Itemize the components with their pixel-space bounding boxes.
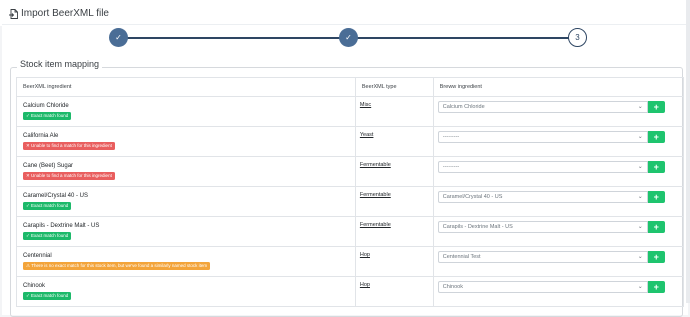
ingredient-cell: California Ale ✕ Unable to find a match … xyxy=(16,126,356,157)
type-cell: Misc xyxy=(354,96,434,127)
table-row: Chinook ✓ Exact match found Hop Chinook … xyxy=(16,276,685,307)
type-link[interactable]: Hop xyxy=(360,252,370,258)
table-row: Calcium Chloride ✓ Exact match found Mis… xyxy=(16,96,685,127)
table-row: California Ale ✕ Unable to find a match … xyxy=(16,126,685,157)
brew-ingredient-select[interactable]: Chinook ⌄ xyxy=(437,281,648,293)
column-header-ingredient: BeerXML ingredient xyxy=(16,77,356,97)
ingredient-cell: Centennial ⚠ There is no exact match for… xyxy=(16,246,356,277)
brew-ingredient-select[interactable]: Carapils - Dextrine Malt - US ⌄ xyxy=(437,221,648,233)
select-value: --------- xyxy=(442,164,460,170)
column-header-type: BeerXML type xyxy=(354,77,434,97)
ingredient-name: Calcium Chloride xyxy=(23,103,69,109)
match-status-badge: ✓ Exact match found xyxy=(23,202,72,210)
type-link[interactable]: Fermentable xyxy=(360,162,391,168)
brew-cell: Calcium Chloride ⌄ + xyxy=(432,96,685,127)
type-link[interactable]: Hop xyxy=(360,282,370,288)
brew-select-group: Carapils - Dextrine Malt - US ⌄ + xyxy=(437,221,683,233)
add-ingredient-button[interactable]: + xyxy=(647,251,665,263)
add-ingredient-button[interactable]: + xyxy=(647,221,665,233)
step-2[interactable]: ✓ xyxy=(339,28,358,47)
brew-cell: Caramel/Crystal 40 - US ⌄ + xyxy=(432,186,685,217)
step-connector xyxy=(357,37,569,39)
type-cell: Fermentable xyxy=(354,186,434,217)
brew-cell: Carapils - Dextrine Malt - US ⌄ + xyxy=(432,216,685,247)
table-row: Cane (Beet) Sugar ✕ Unable to find a mat… xyxy=(16,156,685,187)
type-cell: Fermentable xyxy=(354,156,434,187)
brew-ingredient-select[interactable]: --------- ⌄ xyxy=(437,161,648,173)
ingredient-cell: Carapils - Dextrine Malt - US ✓ Exact ma… xyxy=(16,216,356,247)
chevron-down-icon: ⌄ xyxy=(637,164,643,170)
type-cell: Yeast xyxy=(354,126,434,157)
type-cell: Hop xyxy=(354,246,434,277)
ingredient-cell: Cane (Beet) Sugar ✕ Unable to find a mat… xyxy=(16,156,356,187)
type-link[interactable]: Misc xyxy=(360,102,371,108)
ingredient-name: Carapils - Dextrine Malt - US xyxy=(23,223,100,229)
table-row: Centennial ⚠ There is no exact match for… xyxy=(16,246,685,277)
table-row: Carapils - Dextrine Malt - US ✓ Exact ma… xyxy=(16,216,685,247)
match-status-badge: ✕ Unable to find a match for this ingred… xyxy=(23,142,115,150)
brew-select-group: Chinook ⌄ + xyxy=(437,281,683,293)
stepper: ✓ ✓ 3 xyxy=(0,0,690,60)
mapping-table: BeerXML ingredient BeerXML type Breww in… xyxy=(16,77,685,307)
type-link[interactable]: Fermentable xyxy=(360,222,391,228)
column-header-brew: Breww ingredient xyxy=(432,77,685,97)
add-ingredient-button[interactable]: + xyxy=(647,131,665,143)
ingredient-name: Chinook xyxy=(23,283,46,289)
chevron-down-icon: ⌄ xyxy=(637,284,643,290)
chevron-down-icon: ⌄ xyxy=(637,224,643,230)
brew-cell: Chinook ⌄ + xyxy=(432,276,685,307)
brew-ingredient-select[interactable]: Calcium Chloride ⌄ xyxy=(437,101,648,113)
brew-cell: --------- ⌄ + xyxy=(432,156,685,187)
select-value: Carapils - Dextrine Malt - US xyxy=(442,224,513,230)
brew-select-group: --------- ⌄ + xyxy=(437,161,683,173)
page-scrollbar[interactable] xyxy=(686,0,690,303)
select-value: --------- xyxy=(442,134,460,140)
add-ingredient-button[interactable]: + xyxy=(647,191,665,203)
ingredient-name: Cane (Beet) Sugar xyxy=(23,163,74,169)
fieldset-legend: Stock item mapping xyxy=(17,59,103,69)
brew-cell: Centennial Test ⌄ + xyxy=(432,246,685,277)
chevron-down-icon: ⌄ xyxy=(637,254,643,260)
brew-cell: --------- ⌄ + xyxy=(432,126,685,157)
ingredient-cell: Chinook ✓ Exact match found xyxy=(16,276,356,307)
step-1[interactable]: ✓ xyxy=(109,28,128,47)
type-cell: Fermentable xyxy=(354,216,434,247)
chevron-down-icon: ⌄ xyxy=(637,134,643,140)
ingredient-cell: Caramel/Crystal 40 - US ✓ Exact match fo… xyxy=(16,186,356,217)
brew-ingredient-select[interactable]: Centennial Test ⌄ xyxy=(437,251,648,263)
type-cell: Hop xyxy=(354,276,434,307)
type-link[interactable]: Yeast xyxy=(360,132,374,138)
ingredient-cell: Calcium Chloride ✓ Exact match found xyxy=(16,96,356,127)
brew-select-group: Caramel/Crystal 40 - US ⌄ + xyxy=(437,191,683,203)
match-status-badge: ✕ Unable to find a match for this ingred… xyxy=(23,172,115,180)
ingredient-name: California Ale xyxy=(23,133,59,139)
table-header-row: BeerXML ingredient BeerXML type Breww in… xyxy=(16,77,685,97)
match-status-badge: ✓ Exact match found xyxy=(23,292,72,300)
type-link[interactable]: Fermentable xyxy=(360,192,391,198)
ingredient-name: Caramel/Crystal 40 - US xyxy=(23,193,89,199)
brew-ingredient-select[interactable]: --------- ⌄ xyxy=(437,131,648,143)
table-row: Caramel/Crystal 40 - US ✓ Exact match fo… xyxy=(16,186,685,217)
add-ingredient-button[interactable]: + xyxy=(647,281,665,293)
match-status-badge: ✓ Exact match found xyxy=(23,232,72,240)
brew-select-group: Centennial Test ⌄ + xyxy=(437,251,683,263)
add-ingredient-button[interactable]: + xyxy=(647,161,665,173)
brew-ingredient-select[interactable]: Caramel/Crystal 40 - US ⌄ xyxy=(437,191,648,203)
step-3[interactable]: 3 xyxy=(568,28,587,47)
ingredient-name: Centennial xyxy=(23,253,52,259)
brew-select-group: --------- ⌄ + xyxy=(437,131,683,143)
match-status-badge: ✓ Exact match found xyxy=(23,112,72,120)
match-status-badge: ⚠ There is no exact match for this stock… xyxy=(23,262,211,270)
chevron-down-icon: ⌄ xyxy=(637,104,643,110)
step-connector xyxy=(127,37,347,39)
brew-select-group: Calcium Chloride ⌄ + xyxy=(437,101,683,113)
add-ingredient-button[interactable]: + xyxy=(647,101,665,113)
select-value: Caramel/Crystal 40 - US xyxy=(442,194,503,200)
select-value: Calcium Chloride xyxy=(442,104,485,110)
select-value: Centennial Test xyxy=(442,254,481,260)
select-value: Chinook xyxy=(442,284,463,290)
chevron-down-icon: ⌄ xyxy=(637,194,643,200)
